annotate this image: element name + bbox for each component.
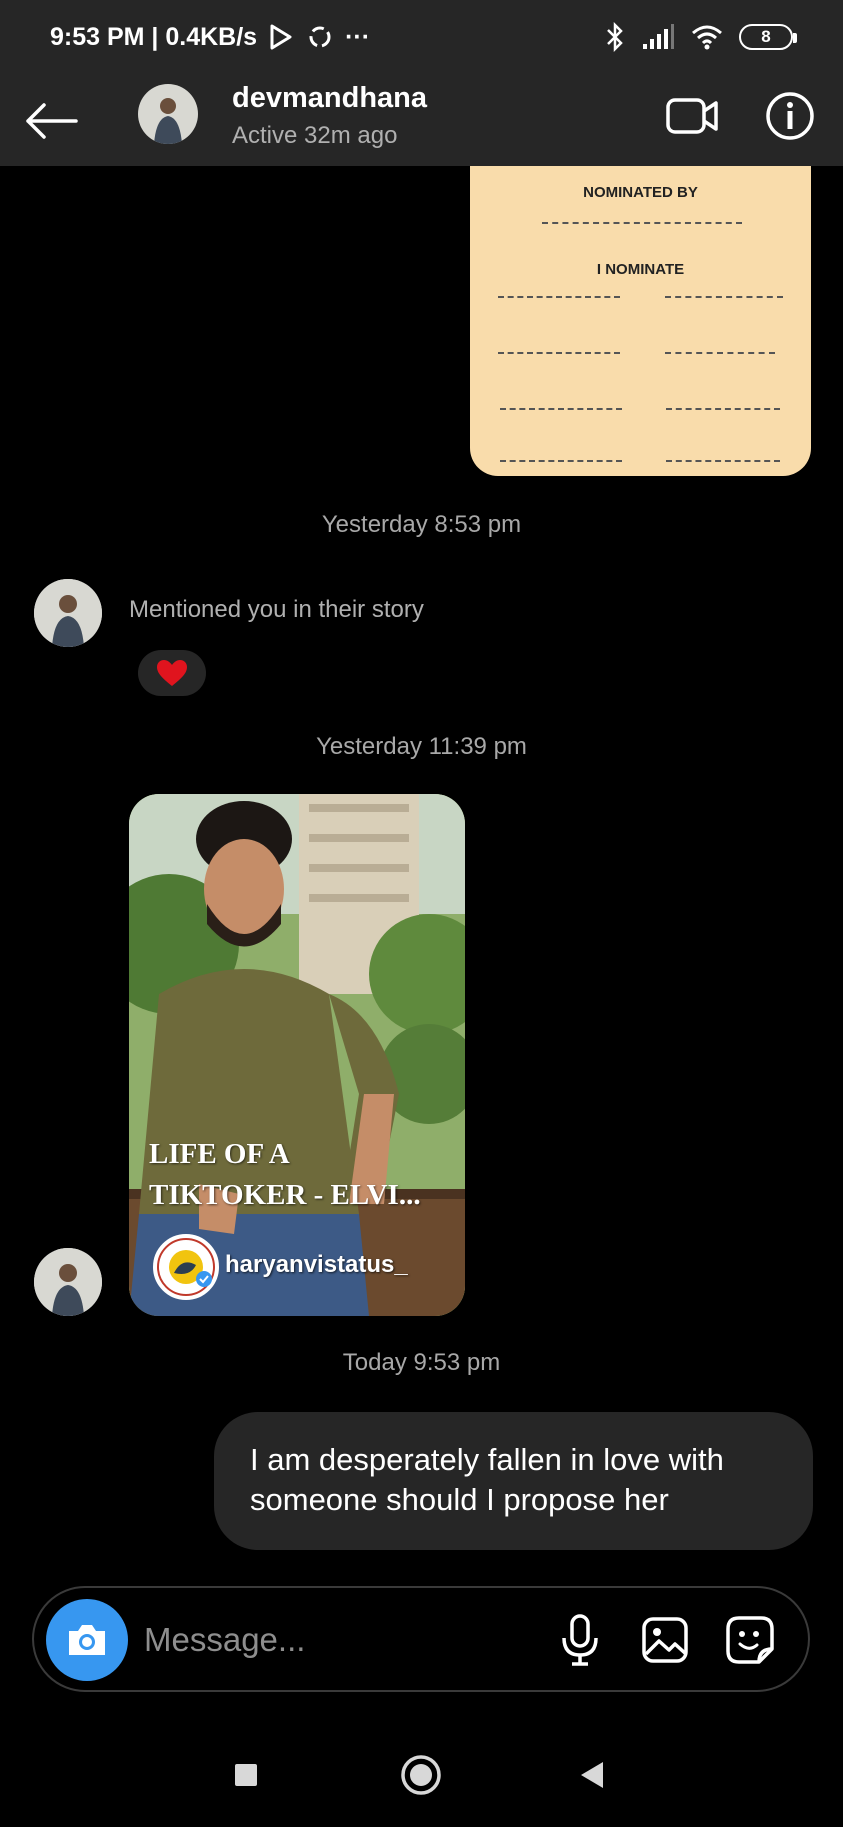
story-account-handle[interactable]: haryanvistatus_ [225,1251,408,1279]
avatar-image [34,1248,102,1316]
timestamp: Yesterday 8:53 pm [321,511,522,538]
image-icon [642,1617,688,1663]
video-camera-icon [666,98,718,134]
message-input[interactable] [144,1612,524,1668]
gallery-button[interactable] [637,1612,693,1668]
system-navigation-bar [0,1720,843,1827]
header-avatar[interactable] [138,84,198,144]
camera-button[interactable] [46,1599,128,1681]
card-blank-line [498,352,620,354]
arrow-left-icon [26,103,78,139]
recents-button[interactable] [221,1750,271,1800]
header-activity-status: Active 32m ago [232,122,398,149]
voice-message-button[interactable] [552,1612,608,1668]
status-bar: 9:53 PM | 0.4KB/s ··· 8 [0,0,843,78]
signal-icon [643,24,674,49]
story-account-avatar[interactable] [153,1234,219,1300]
card-divider [542,222,742,224]
card-i-nominate-label: I NOMINATE [596,261,685,278]
card-blank-line [666,408,780,410]
video-call-button[interactable] [664,90,720,142]
shared-post-card[interactable]: NOMINATED BY I NOMINATE [470,166,811,476]
battery-level: 8 [761,27,771,46]
status-time-speed: 9:53 PM | 0.4KB/s [50,22,258,51]
circle-icon [401,1755,441,1795]
status-left: 9:53 PM | 0.4KB/s ··· [50,22,370,52]
avatar-image [34,579,102,647]
microphone-icon [562,1614,598,1666]
back-nav-button[interactable] [568,1750,618,1800]
card-blank-line [500,460,622,462]
outgoing-message[interactable]: I am desperately fallen in love with som… [214,1412,813,1550]
sticker-button[interactable] [722,1612,778,1668]
chat-header: devmandhana Active 32m ago [0,78,843,166]
sync-icon [309,26,331,48]
story-caption-line: LIFE OF A [149,1138,290,1170]
bluetooth-icon [607,22,623,52]
heart-reaction[interactable] [138,650,206,696]
card-blank-line [500,408,622,410]
info-icon [766,92,814,140]
wifi-icon [692,25,722,50]
card-nominated-by-label: NOMINATED BY [583,184,698,201]
camera-icon [69,1625,105,1655]
sender-avatar[interactable] [34,1248,102,1316]
card-blank-line [665,296,783,298]
shared-story[interactable]: LIFE OF A TIKTOKER - ELVI... haryanvista… [129,794,465,1316]
play-store-icon [270,24,292,50]
battery-indicator: 8 [739,24,797,50]
conversation-info-button[interactable] [764,90,816,142]
message-composer [32,1586,810,1692]
square-icon [235,1764,257,1786]
account-logo-icon [157,1238,215,1296]
sender-avatar[interactable] [34,579,102,647]
home-button[interactable] [396,1750,446,1800]
story-mention-text[interactable]: Mentioned you in their story [129,596,424,624]
back-button[interactable] [22,92,80,150]
card-blank-line [666,460,780,462]
story-caption-line: TIKTOKER - ELVI... [149,1179,421,1211]
card-blank-line [665,352,775,354]
status-right: 8 [605,22,797,52]
story-caption: LIFE OF A TIKTOKER - ELVI... [149,1134,449,1216]
status-more-icon: ··· [345,22,371,51]
sticker-icon [726,1616,774,1664]
message-thread[interactable]: NOMINATED BY I NOMINATE Yesterday 8:53 p… [0,166,843,1566]
avatar-image [138,84,198,144]
card-blank-line [498,296,620,298]
timestamp: Today 9:53 pm [342,1349,501,1376]
triangle-left-icon [581,1762,603,1788]
timestamp: Yesterday 11:39 pm [316,733,527,760]
header-username[interactable]: devmandhana [232,82,427,115]
heart-icon [157,660,187,686]
